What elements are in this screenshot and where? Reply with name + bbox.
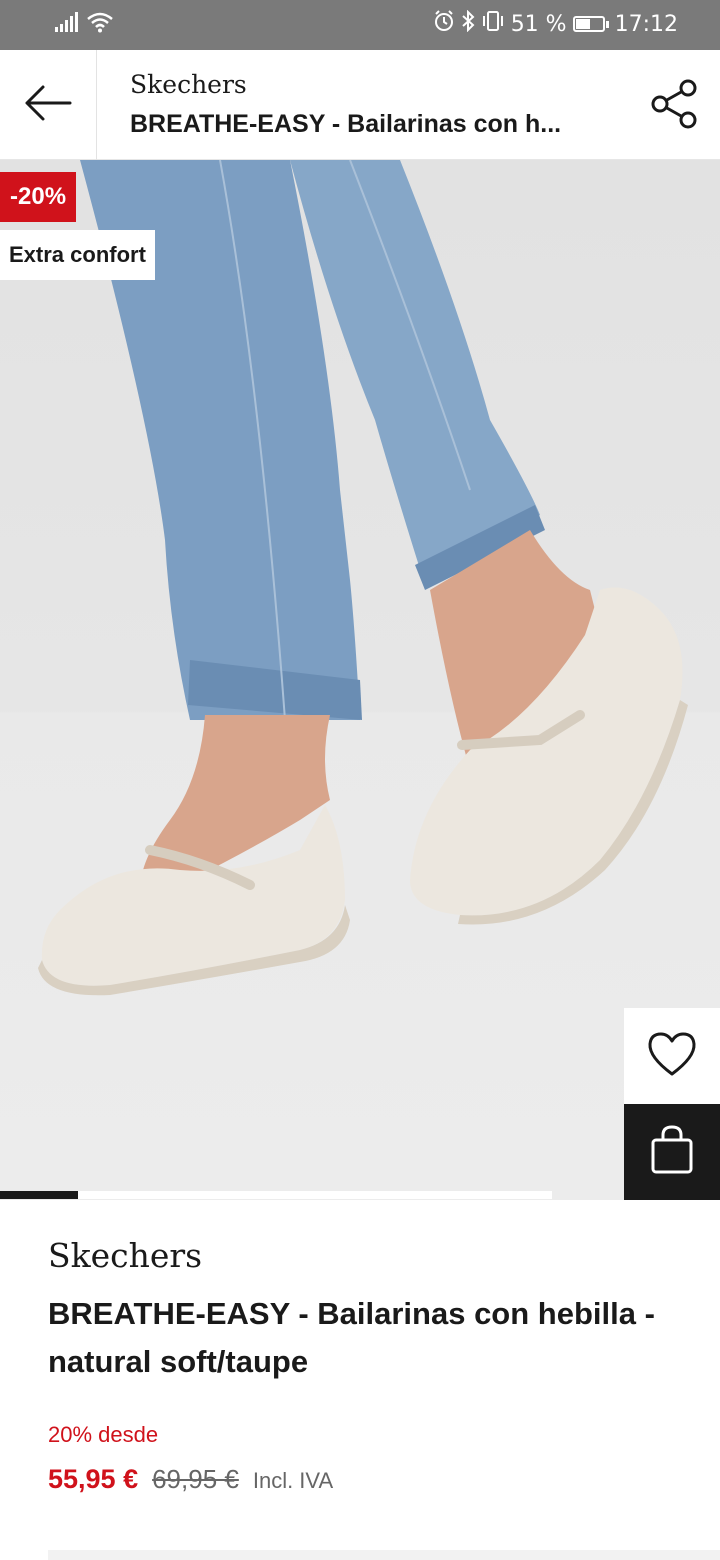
battery-percent: 51 % [510,11,567,37]
next-section-edge [48,1550,720,1560]
vibrate-icon [481,10,505,38]
product-brand[interactable]: Skechers [48,1236,202,1275]
top-app-bar: Skechers BREATHE-EASY - Bailarinas con h… [0,50,720,160]
alarm-icon [433,10,455,38]
price-row: 55,95 € 69,95 € Incl. IVA [48,1464,333,1495]
product-image[interactable]: -20% Extra confort [0,160,720,1200]
feature-badge: Extra confort [0,230,155,280]
status-right: 51 % 17:12 [433,9,678,38]
heart-icon [647,1031,697,1082]
battery-icon [572,16,609,32]
gallery-indicator-active [0,1191,78,1199]
back-button[interactable] [0,50,96,160]
shopping-bag-icon [650,1124,694,1180]
signal-icon [54,11,80,37]
original-price: 69,95 € [152,1464,239,1494]
header-divider [96,50,97,160]
share-button[interactable] [646,78,702,134]
tax-note: Incl. IVA [252,1468,334,1493]
header-brand: Skechers [130,70,247,99]
product-photo [38,160,688,996]
clock: 17:12 [614,11,678,37]
add-to-bag-button[interactable] [624,1104,720,1200]
discount-text: 20% desde [48,1422,159,1447]
wifi-icon [86,11,114,37]
current-price: 55,95 € [48,1464,139,1494]
discount-badge: -20% [0,172,77,222]
arrow-left-icon [23,83,73,128]
status-bar: 51 % 17:12 [0,0,720,50]
gallery-indicator [0,1191,552,1199]
bluetooth-icon [461,9,475,38]
product-name: BREATHE-EASY - Bailarinas con hebilla - … [48,1296,655,1379]
header-title: BREATHE-EASY - Bailarinas con h... [130,110,562,138]
share-icon [649,79,699,134]
wishlist-button[interactable] [624,1008,720,1104]
status-left [54,11,114,37]
